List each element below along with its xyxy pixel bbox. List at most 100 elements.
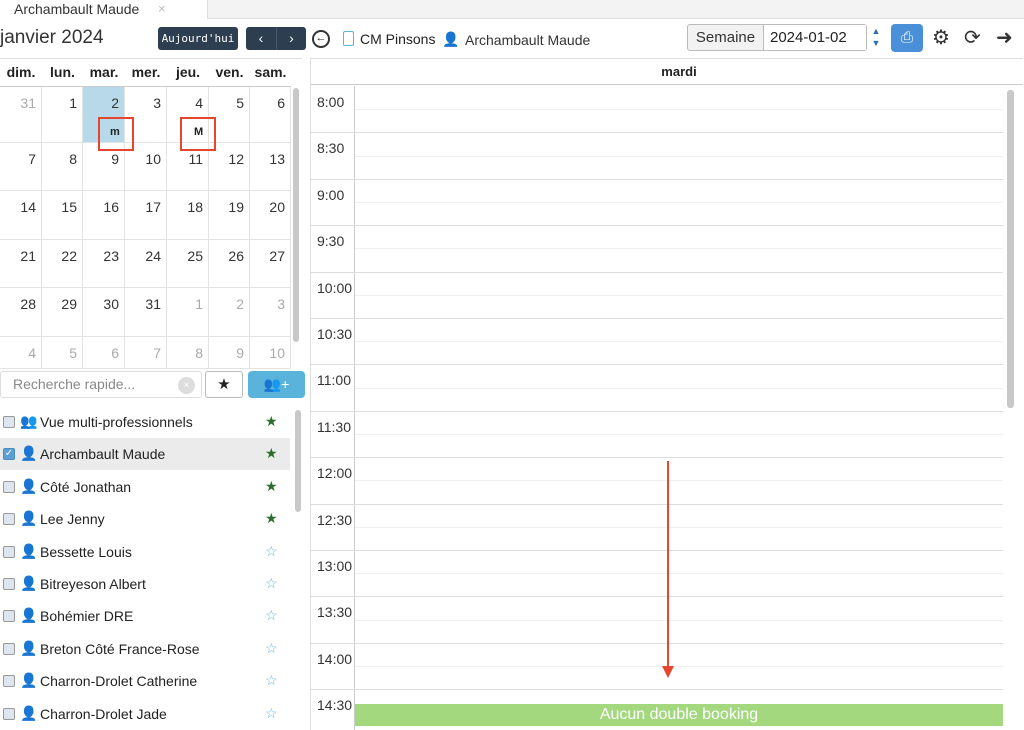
calendar-day[interactable]: 31 — [0, 87, 42, 143]
print-icon: ⎙ — [900, 29, 913, 46]
professional-checkbox[interactable] — [3, 480, 15, 493]
view-date-input[interactable]: 2024-01-02 — [764, 25, 866, 50]
favorite-star-icon[interactable]: ★ — [265, 445, 278, 462]
calendar-day[interactable]: 20 — [250, 191, 291, 240]
calendar-day[interactable]: 7 — [0, 143, 42, 191]
calendar-day[interactable]: 25 — [167, 240, 209, 288]
favorite-star-icon[interactable]: ☆ — [265, 640, 278, 657]
day-number: 15 — [61, 199, 77, 215]
favorite-star-icon[interactable]: ☆ — [265, 705, 278, 722]
clinic-name[interactable]: CM Pinsons — [360, 31, 435, 47]
calendar-day[interactable]: 7 — [125, 337, 167, 369]
calendar-day[interactable]: 26 — [209, 240, 250, 288]
refresh-icon[interactable]: ⟳ — [964, 25, 981, 50]
professional-row[interactable]: 👥 Vue multi-professionnels ★ — [0, 406, 290, 438]
favorite-star-icon[interactable]: ★ — [265, 413, 278, 430]
day-view-scrollbar[interactable] — [1007, 90, 1014, 408]
professional-checkbox[interactable] — [3, 513, 15, 526]
professional-checkbox[interactable] — [3, 416, 15, 428]
day-number: 23 — [103, 248, 119, 264]
time-slot-line — [311, 364, 1003, 366]
calendar-day[interactable]: 13 — [250, 143, 291, 191]
day-number: 28 — [20, 296, 36, 312]
calendar-day[interactable]: 19 — [209, 191, 250, 240]
professional-checkbox[interactable] — [3, 610, 15, 623]
professional-row[interactable]: 👤 Côté Jonathan ★ — [0, 471, 290, 503]
calendar-day[interactable]: 2 — [209, 288, 250, 337]
professional-checkbox[interactable] — [3, 545, 15, 558]
view-selector[interactable]: Semaine 2024-01-02 — [687, 24, 867, 51]
calendar-day[interactable]: 3 — [250, 288, 291, 337]
day-number: 11 — [188, 151, 203, 167]
time-column: 8:00 8:30 9:00 9:30 10:00 10:30 11:00 11:30 12:0… — [311, 86, 355, 730]
day-number: 17 — [145, 199, 161, 215]
professional-checkbox[interactable] — [3, 707, 15, 720]
date-spinner-icon[interactable]: ▲ ▼ — [871, 25, 881, 49]
calendar-day[interactable]: 1 — [167, 288, 209, 337]
time-slot-label: 12:30 — [317, 511, 353, 528]
print-button[interactable]: ⎙ — [891, 24, 923, 52]
day-number: 6 — [277, 95, 285, 111]
calendar-day[interactable]: 30 — [83, 288, 125, 337]
calendar-day[interactable]: 15 — [42, 191, 83, 240]
calendar-day[interactable]: 4 — [0, 337, 42, 369]
professional-checkbox[interactable]: ✓ — [3, 448, 15, 461]
calendar-day[interactable]: 28 — [0, 288, 42, 337]
calendar-day[interactable]: 1 — [42, 87, 83, 143]
calendar-day[interactable]: 6 — [83, 337, 125, 369]
calendar-day[interactable]: 31 — [125, 288, 167, 337]
professional-row[interactable]: 👤 Bohémier DRE ☆ — [0, 600, 290, 632]
favorite-star-icon[interactable]: ☆ — [265, 543, 278, 560]
add-professionals-button[interactable]: 👥+ — [248, 371, 305, 398]
calendar-day[interactable]: 8 — [42, 143, 83, 191]
professional-row[interactable]: 👤 Lee Jenny ★ — [0, 503, 290, 535]
favorite-star-icon[interactable]: ☆ — [265, 672, 278, 689]
calendar-day[interactable]: 16 — [83, 191, 125, 240]
calendar-day[interactable]: 18 — [167, 191, 209, 240]
calendar-day[interactable]: 27 — [250, 240, 291, 288]
professional-row[interactable]: 👤 Bessette Louis ☆ — [0, 536, 290, 568]
day-number: 2 — [236, 296, 244, 312]
professional-checkbox[interactable] — [3, 578, 15, 590]
calendar-day[interactable]: 6 — [250, 87, 291, 143]
calendar-day[interactable]: 14 — [0, 191, 42, 240]
professional-row[interactable]: 👤 Charron-Drolet Jade ☆ — [0, 698, 290, 730]
favorites-filter-button[interactable]: ★ — [205, 371, 243, 398]
favorite-star-icon[interactable]: ★ — [265, 510, 278, 527]
professional-checkbox[interactable] — [3, 675, 15, 688]
favorite-star-icon[interactable]: ☆ — [265, 575, 278, 592]
next-month-button[interactable]: › — [276, 27, 306, 50]
calendar-day[interactable]: 23 — [83, 240, 125, 288]
tab-close-icon[interactable]: × — [158, 0, 166, 18]
today-button[interactable]: Aujourd'hui — [158, 27, 238, 50]
calendar-day[interactable]: 21 — [0, 240, 42, 288]
calendar-day[interactable]: 5 — [42, 337, 83, 369]
calendar-day[interactable]: 24 — [125, 240, 167, 288]
favorite-star-icon[interactable]: ☆ — [265, 607, 278, 624]
professional-list-scrollbar[interactable] — [295, 410, 301, 512]
mini-calendar-scrollbar[interactable] — [293, 88, 299, 342]
quick-search-input[interactable]: Recherche rapide... — [0, 371, 202, 398]
day-number: 9 — [236, 345, 244, 361]
gear-icon[interactable]: ⚙ — [932, 25, 950, 50]
tab-archambault-maude[interactable]: Archambault Maude × — [0, 0, 208, 19]
calendar-day[interactable]: 8 — [167, 337, 209, 369]
calendar-day[interactable]: 10 — [250, 337, 291, 369]
favorite-star-icon[interactable]: ★ — [265, 478, 278, 495]
prev-month-button[interactable]: ‹ — [246, 27, 276, 50]
logout-icon[interactable]: ➜ — [996, 25, 1013, 50]
time-slot-line — [311, 689, 1003, 691]
professional-row[interactable]: 👤 Charron-Drolet Catherine ☆ — [0, 665, 290, 697]
clear-search-icon[interactable]: × — [178, 377, 195, 394]
professional-row[interactable]: 👤 Breton Côté France-Rose ☆ — [0, 633, 290, 665]
time-slot-line — [311, 178, 1003, 180]
view-mode[interactable]: Semaine — [688, 25, 764, 50]
calendar-day[interactable]: 9 — [209, 337, 250, 369]
calendar-day[interactable]: 22 — [42, 240, 83, 288]
professional-checkbox[interactable] — [3, 642, 15, 655]
calendar-day[interactable]: 29 — [42, 288, 83, 337]
professional-row[interactable]: 👤 Bitreyeson Albert ☆ — [0, 568, 290, 600]
calendar-day[interactable]: 17 — [125, 191, 167, 240]
professional-row[interactable]: ✓ 👤 Archambault Maude ★ — [0, 438, 290, 471]
back-circle-icon[interactable]: ← — [312, 30, 330, 48]
